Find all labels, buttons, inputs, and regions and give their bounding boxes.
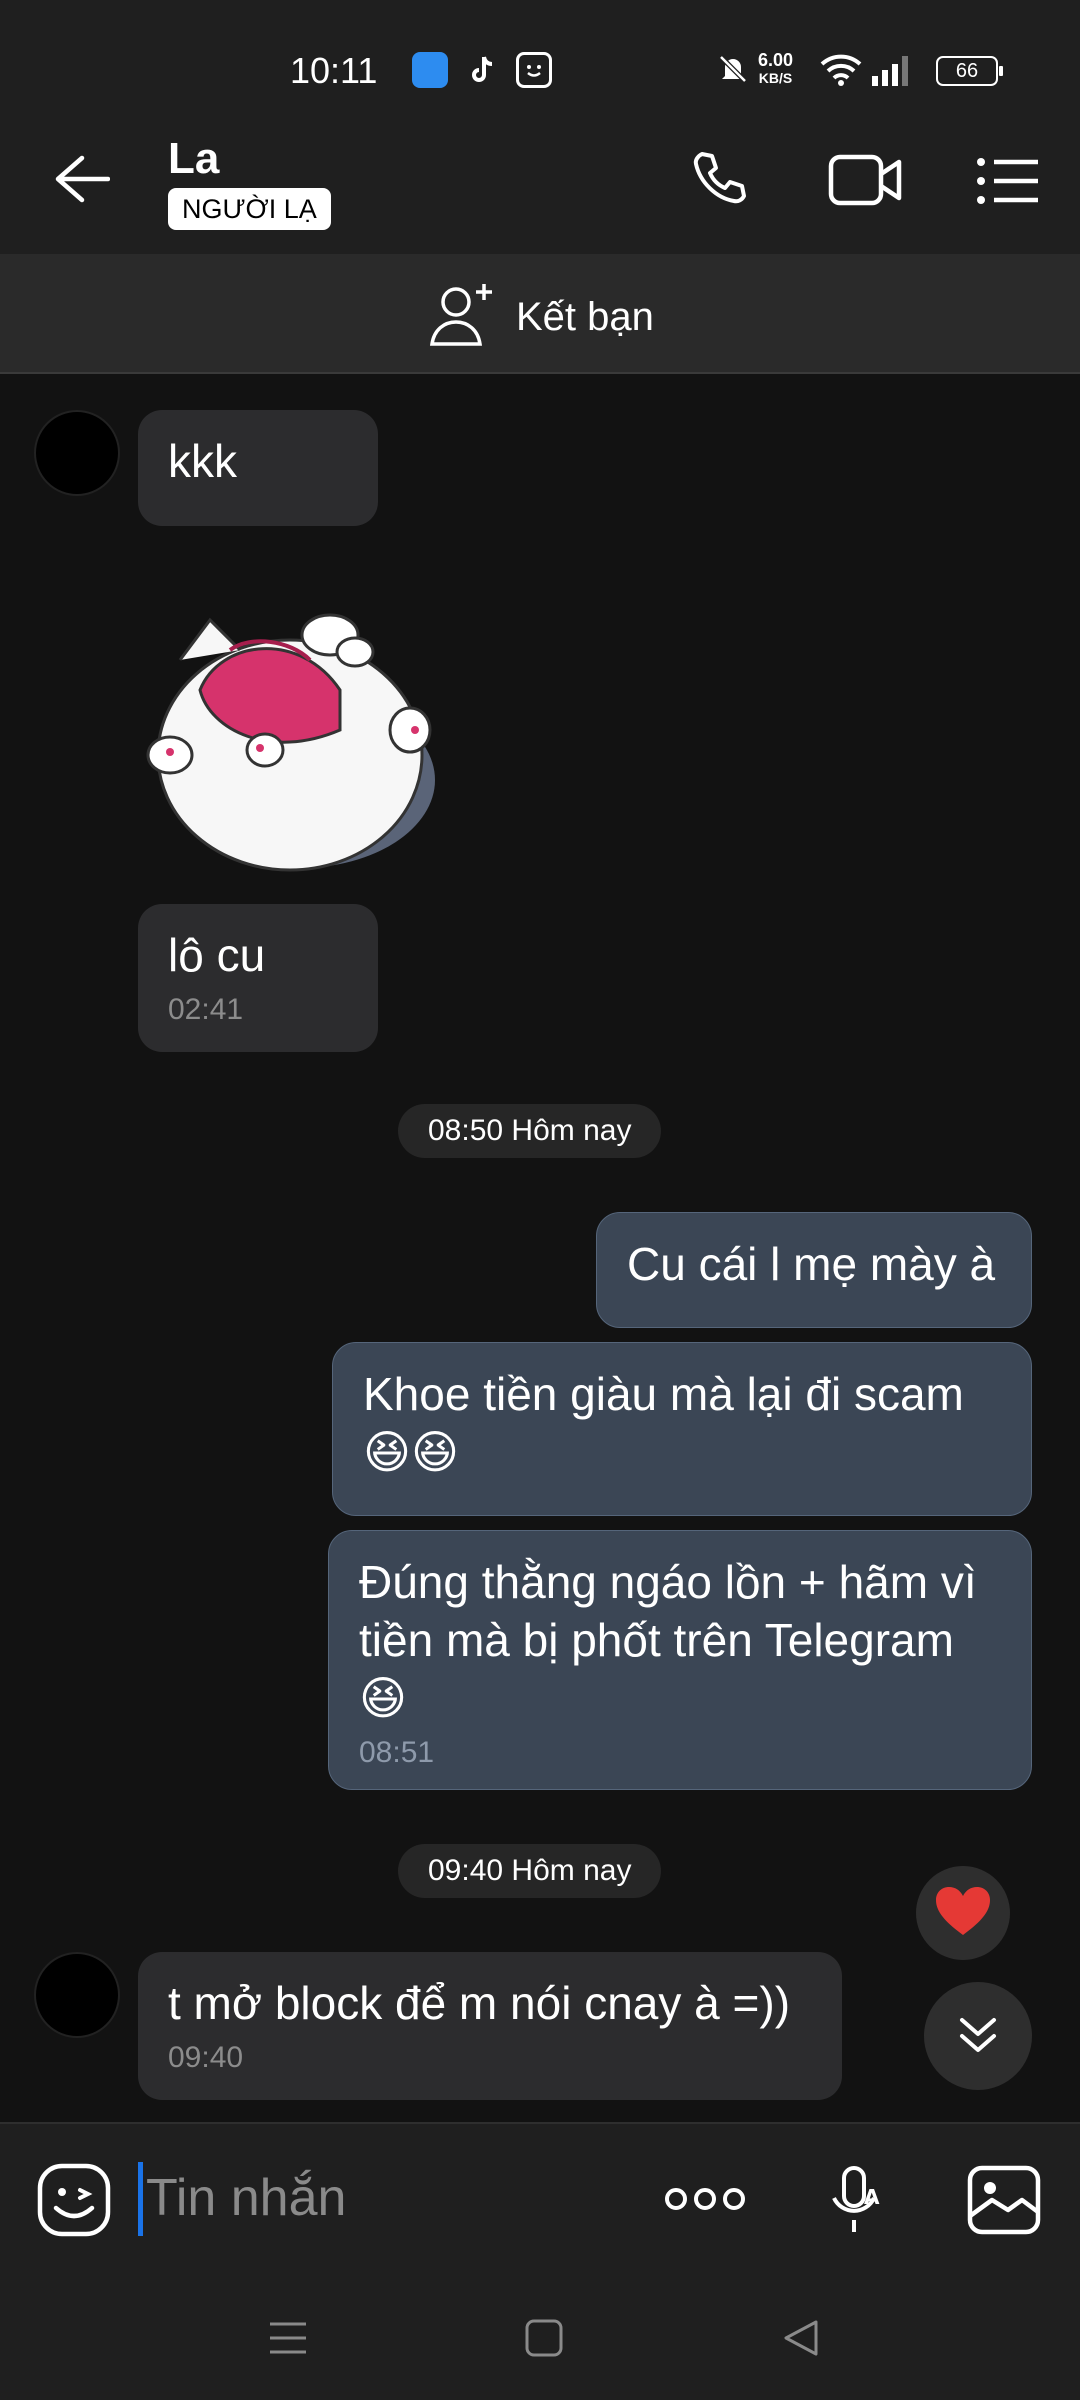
message-text: Đúng thằng ngáo lồn + hãm vì tiền mà bị … — [359, 1556, 977, 1724]
quick-react-heart-button[interactable] — [916, 1866, 1010, 1960]
contact-avatar[interactable] — [34, 1952, 120, 2038]
contact-name[interactable]: La — [168, 134, 219, 184]
heart-icon — [934, 1885, 992, 1942]
message-text: Cu cái l mẹ mày à — [627, 1238, 996, 1290]
message-time: 02:41 — [168, 993, 244, 1026]
date-separator: 09:40 Hôm nay — [398, 1844, 662, 1898]
message-time: 09:40 — [168, 2041, 244, 2074]
bell-off-icon — [716, 52, 750, 91]
message-bubble-incoming[interactable]: t mở block để m nói cnay à =)) 09:40 — [138, 1952, 842, 2100]
tiktok-icon — [464, 52, 500, 88]
home-icon[interactable] — [524, 2318, 564, 2363]
cat-sticker[interactable] — [140, 580, 450, 880]
message-composer: Tin nhắn A — [0, 2122, 1080, 2276]
smiley-app-icon — [516, 52, 552, 88]
video-camera-icon[interactable] — [828, 152, 904, 213]
add-friend-bar[interactable]: Kết bạn — [0, 254, 1080, 374]
message-bubble-outgoing[interactable]: Cu cái l mẹ mày à — [596, 1212, 1032, 1328]
chevron-double-down-icon — [956, 2012, 1000, 2061]
wifi-icon — [820, 52, 862, 91]
svg-text:A: A — [864, 2185, 880, 2209]
recent-apps-icon[interactable] — [268, 2318, 308, 2363]
back-arrow-icon[interactable] — [52, 154, 111, 209]
net-speed: 6.00 KB/S — [758, 50, 794, 86]
date-separator: 08:50 Hôm nay — [398, 1104, 662, 1158]
system-nav-bar — [0, 2276, 1080, 2400]
message-text: t mở block để m nói cnay à =)) — [168, 1977, 791, 2029]
message-bubble-incoming[interactable]: kkk — [138, 410, 378, 526]
chat-header: La NGƯỜI LẠ — [0, 110, 1080, 254]
phone-icon[interactable] — [688, 146, 752, 215]
message-bubble-outgoing[interactable]: Khoe tiền giàu mà lại đi scam 😆😆 — [332, 1342, 1032, 1516]
app-notification-icon — [412, 52, 448, 88]
status-bar: 10:11 6.00 KB/S 66 — [0, 0, 1080, 110]
back-triangle-icon[interactable] — [782, 2318, 822, 2363]
more-dots-icon[interactable] — [664, 2182, 746, 2221]
text-cursor — [138, 2162, 143, 2236]
add-friend-label: Kết bạn — [516, 295, 654, 339]
mic-icon[interactable]: A — [828, 2164, 884, 2241]
message-bubble-outgoing[interactable]: Đúng thằng ngáo lồn + hãm vì tiền mà bị … — [328, 1530, 1032, 1790]
message-text: Khoe tiền giàu mà lại đi scam 😆😆 — [363, 1368, 964, 1478]
message-time: 08:51 — [359, 1736, 435, 1769]
status-time: 10:11 — [290, 50, 378, 91]
stranger-badge: NGƯỜI LẠ — [168, 188, 331, 230]
image-icon[interactable] — [966, 2162, 1042, 2243]
emoji-icon[interactable] — [36, 2162, 112, 2243]
scroll-to-bottom-button[interactable] — [924, 1982, 1032, 2090]
signal-icon — [872, 54, 916, 91]
message-text: lô cu — [168, 929, 266, 981]
message-bubble-incoming[interactable]: lô cu 02:41 — [138, 904, 378, 1052]
contact-avatar[interactable] — [34, 410, 120, 496]
message-input[interactable]: Tin nhắn — [146, 2168, 346, 2228]
list-menu-icon[interactable] — [976, 156, 1040, 211]
message-text: kkk — [168, 435, 237, 487]
battery-indicator: 66 — [936, 56, 1003, 86]
person-add-icon — [428, 282, 498, 353]
